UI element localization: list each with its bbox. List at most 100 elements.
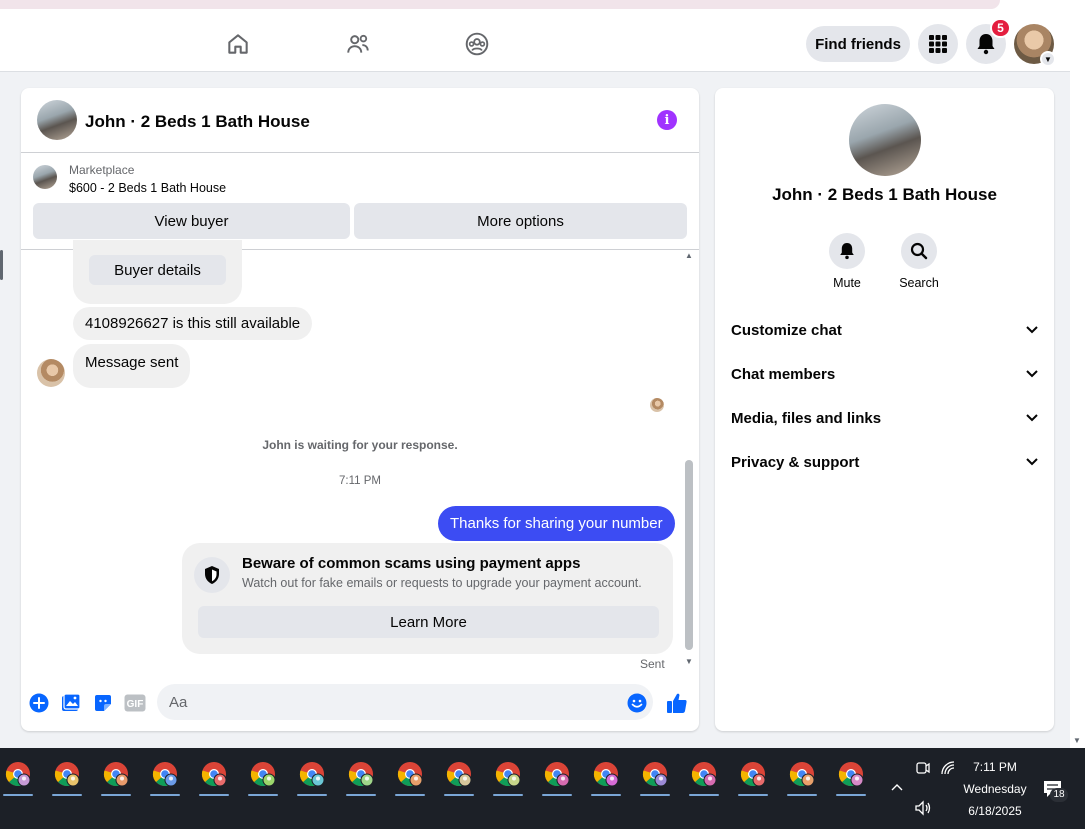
chrome-taskbar-icon[interactable] [196, 756, 232, 796]
chrome-taskbar-icon[interactable] [147, 756, 183, 796]
chat-details-title: John · 2 Beds 1 Bath House [772, 185, 997, 204]
chrome-taskbar-icon[interactable] [441, 756, 477, 796]
bell-icon [977, 34, 995, 55]
chevron-down-icon [1026, 458, 1038, 466]
message-input[interactable] [157, 684, 653, 720]
page-scrollbar[interactable]: ▼ [1070, 16, 1085, 748]
section-label: Media, files and links [731, 409, 882, 427]
wifi-icon[interactable] [940, 760, 956, 781]
facebook-header: Find friends 5 ▼ [0, 16, 1070, 72]
chrome-taskbar-icon[interactable] [98, 756, 134, 796]
chrome-taskbar-icon[interactable] [686, 756, 722, 796]
chevron-up-icon[interactable] [891, 780, 903, 794]
chevron-down-icon [1026, 326, 1038, 334]
message-list: Buyer details 4108926627 is this still a… [21, 240, 699, 675]
windows-taskbar: 7:11 PM Wednesday 6/18/2025 18 [0, 748, 1085, 829]
section-label: Customize chat [731, 321, 842, 339]
section-privacy-support[interactable]: Privacy & support [731, 444, 1038, 480]
clock-date[interactable]: 6/18/2025 [960, 804, 1030, 818]
timestamp: 7:11 PM [339, 475, 381, 487]
notification-count-badge: 18 [1050, 788, 1068, 802]
chat-details-panel: John · 2 Beds 1 Bath House Mute Search C… [715, 88, 1054, 731]
more-options-button[interactable]: More options [354, 203, 687, 239]
chevron-down-icon [1026, 370, 1038, 378]
section-label: Privacy & support [731, 453, 860, 471]
clock-day[interactable]: Wednesday [960, 782, 1030, 796]
meet-now-icon[interactable] [915, 760, 931, 781]
chrome-taskbar-icon[interactable] [784, 756, 820, 796]
browser-top-strip [0, 0, 1085, 16]
chevron-down-icon [1026, 414, 1038, 422]
chrome-taskbar-icon[interactable] [294, 756, 330, 796]
chrome-taskbar-icon[interactable] [735, 756, 771, 796]
buyer-details-button[interactable]: Buyer details [89, 255, 226, 285]
sticker-icon[interactable] [92, 692, 114, 714]
outgoing-message: Thanks for sharing your number [438, 506, 675, 541]
waiting-notice: John is waiting for your response. [262, 438, 458, 452]
chrome-taskbar-icon[interactable] [0, 756, 36, 796]
scroll-down-icon[interactable]: ▼ [685, 658, 693, 666]
section-media-files-links[interactable]: Media, files and links [731, 400, 1038, 436]
view-buyer-button[interactable]: View buyer [33, 203, 350, 239]
chrome-taskbar-icon[interactable] [588, 756, 624, 796]
find-friends-button[interactable]: Find friends [806, 26, 910, 62]
photo-icon[interactable] [60, 692, 82, 714]
chrome-taskbar-icon[interactable] [49, 756, 85, 796]
bell-icon [829, 233, 865, 269]
sender-avatar[interactable] [37, 359, 65, 387]
browser-tab-strip [0, 0, 1000, 9]
chat-header: John · 2 Beds 1 Bath House i [21, 88, 699, 153]
chrome-taskbar-icon[interactable] [539, 756, 575, 796]
info-icon[interactable]: i [657, 110, 677, 130]
chrome-taskbar-icon[interactable] [343, 756, 379, 796]
chat-title[interactable]: John · 2 Beds 1 Bath House [85, 112, 310, 132]
friends-icon[interactable] [344, 30, 372, 58]
warning-body: Watch out for fake emails or requests to… [242, 576, 642, 590]
chrome-taskbar-icon[interactable] [833, 756, 869, 796]
section-chat-members[interactable]: Chat members [731, 356, 1038, 392]
scroll-up-icon[interactable]: ▲ [685, 252, 693, 260]
mute-button[interactable]: Mute [817, 233, 877, 290]
svg-text:GIF: GIF [127, 699, 144, 710]
chat-avatar[interactable] [37, 100, 77, 140]
emoji-icon[interactable] [626, 692, 648, 714]
scam-warning-card: Beware of common scams using payment app… [182, 543, 673, 654]
learn-more-button[interactable]: Learn More [198, 606, 659, 638]
plus-icon[interactable] [28, 692, 50, 714]
listing-title[interactable]: $600 - 2 Beds 1 Bath House [69, 181, 226, 195]
chrome-taskbar-icon[interactable] [392, 756, 428, 796]
warning-title: Beware of common scams using payment app… [242, 555, 581, 572]
search-button[interactable]: Search [889, 233, 949, 290]
marketplace-label: Marketplace [69, 163, 135, 177]
scroll-down-icon[interactable]: ▼ [1073, 736, 1081, 745]
volume-icon[interactable] [914, 800, 932, 821]
buyer-details-card: Buyer details [73, 240, 242, 304]
shield-icon [194, 557, 230, 593]
incoming-message: Message sent [73, 344, 191, 388]
section-customize-chat[interactable]: Customize chat [731, 312, 1038, 348]
clock-time[interactable]: 7:11 PM [960, 760, 1030, 774]
search-label: Search [899, 276, 939, 290]
chrome-taskbar-icon[interactable] [637, 756, 673, 796]
like-icon[interactable] [666, 692, 688, 714]
chrome-taskbar-icon[interactable] [245, 756, 281, 796]
incoming-message: 4108926627 is this still available [73, 307, 313, 340]
chat-details-avatar[interactable] [849, 104, 921, 176]
listing-thumbnail [33, 165, 57, 189]
chat-panel: John · 2 Beds 1 Bath House i Marketplace… [21, 88, 699, 731]
grid-menu-icon[interactable] [918, 24, 958, 64]
left-edge-handle[interactable] [0, 240, 4, 295]
gif-icon[interactable]: GIF [124, 692, 146, 714]
marketplace-listing-card: Marketplace $600 - 2 Beds 1 Bath House V… [21, 153, 699, 250]
search-icon [901, 233, 937, 269]
scroll-thumb[interactable] [685, 460, 693, 650]
mute-label: Mute [833, 276, 861, 290]
seen-avatar [650, 398, 664, 412]
chat-scrollbar[interactable]: ▲ ▼ [685, 252, 693, 666]
notification-badge: 5 [990, 18, 1011, 38]
groups-icon[interactable] [463, 30, 491, 58]
chevron-down-icon[interactable]: ▼ [1040, 51, 1056, 67]
chrome-taskbar-icon[interactable] [490, 756, 526, 796]
message-status: Sent [640, 657, 665, 671]
home-icon[interactable] [224, 30, 252, 58]
